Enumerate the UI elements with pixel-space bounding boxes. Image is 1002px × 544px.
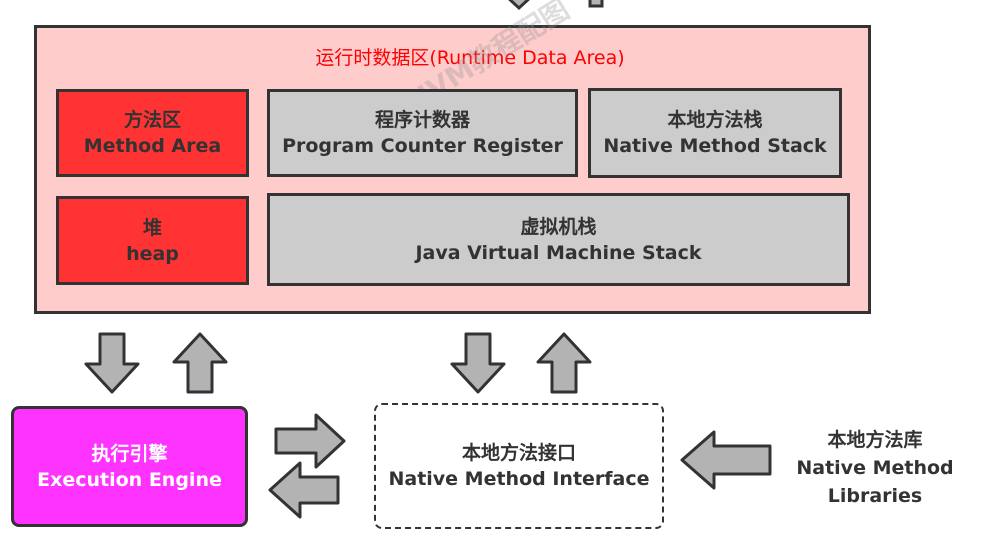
execution-engine-en: Execution Engine — [37, 468, 222, 491]
native-stack-cn: 本地方法栈 — [667, 109, 763, 131]
native-stack-en: Native Method Stack — [603, 135, 827, 157]
up-arrow-from-engine — [172, 332, 228, 394]
native-interface-cn: 本地方法接口 — [461, 442, 576, 464]
left-arrow-to-engine — [268, 461, 340, 519]
heap-en: heap — [126, 242, 179, 265]
native-method-libraries-label: 本地方法库 Native Method Libraries — [770, 426, 980, 510]
method-area-box: 方法区 Method Area — [56, 89, 249, 177]
up-arrow-from-native-interface — [536, 332, 592, 394]
down-arrow-to-engine — [84, 332, 140, 394]
native-libraries-en-line2: Libraries — [827, 485, 923, 507]
heap-cn: 堆 — [142, 216, 162, 239]
right-arrow-to-native-interface — [274, 413, 346, 469]
jvm-stack-cn: 虚拟机栈 — [520, 215, 597, 238]
native-libraries-en-line1: Native Method — [796, 457, 954, 479]
method-area-en: Method Area — [83, 135, 222, 157]
native-method-interface-box: 本地方法接口 Native Method Interface — [374, 403, 664, 529]
down-arrow-to-native-interface — [450, 332, 506, 394]
jvm-stack-box: 虚拟机栈 Java Virtual Machine Stack — [267, 193, 850, 286]
native-method-stack-box: 本地方法栈 Native Method Stack — [588, 88, 842, 178]
jvm-stack-en: Java Virtual Machine Stack — [415, 241, 702, 264]
pc-register-box: 程序计数器 Program Counter Register — [267, 89, 578, 177]
method-area-cn: 方法区 — [123, 109, 181, 131]
left-arrow-from-libraries — [680, 430, 772, 490]
pc-register-en: Program Counter Register — [282, 135, 563, 157]
heap-box: 堆 heap — [56, 196, 249, 285]
pc-register-cn: 程序计数器 — [374, 109, 470, 131]
native-interface-en: Native Method Interface — [388, 468, 650, 490]
native-libraries-cn: 本地方法库 — [827, 429, 923, 451]
execution-engine-cn: 执行引擎 — [91, 442, 168, 465]
execution-engine-box: 执行引擎 Execution Engine — [11, 406, 248, 527]
